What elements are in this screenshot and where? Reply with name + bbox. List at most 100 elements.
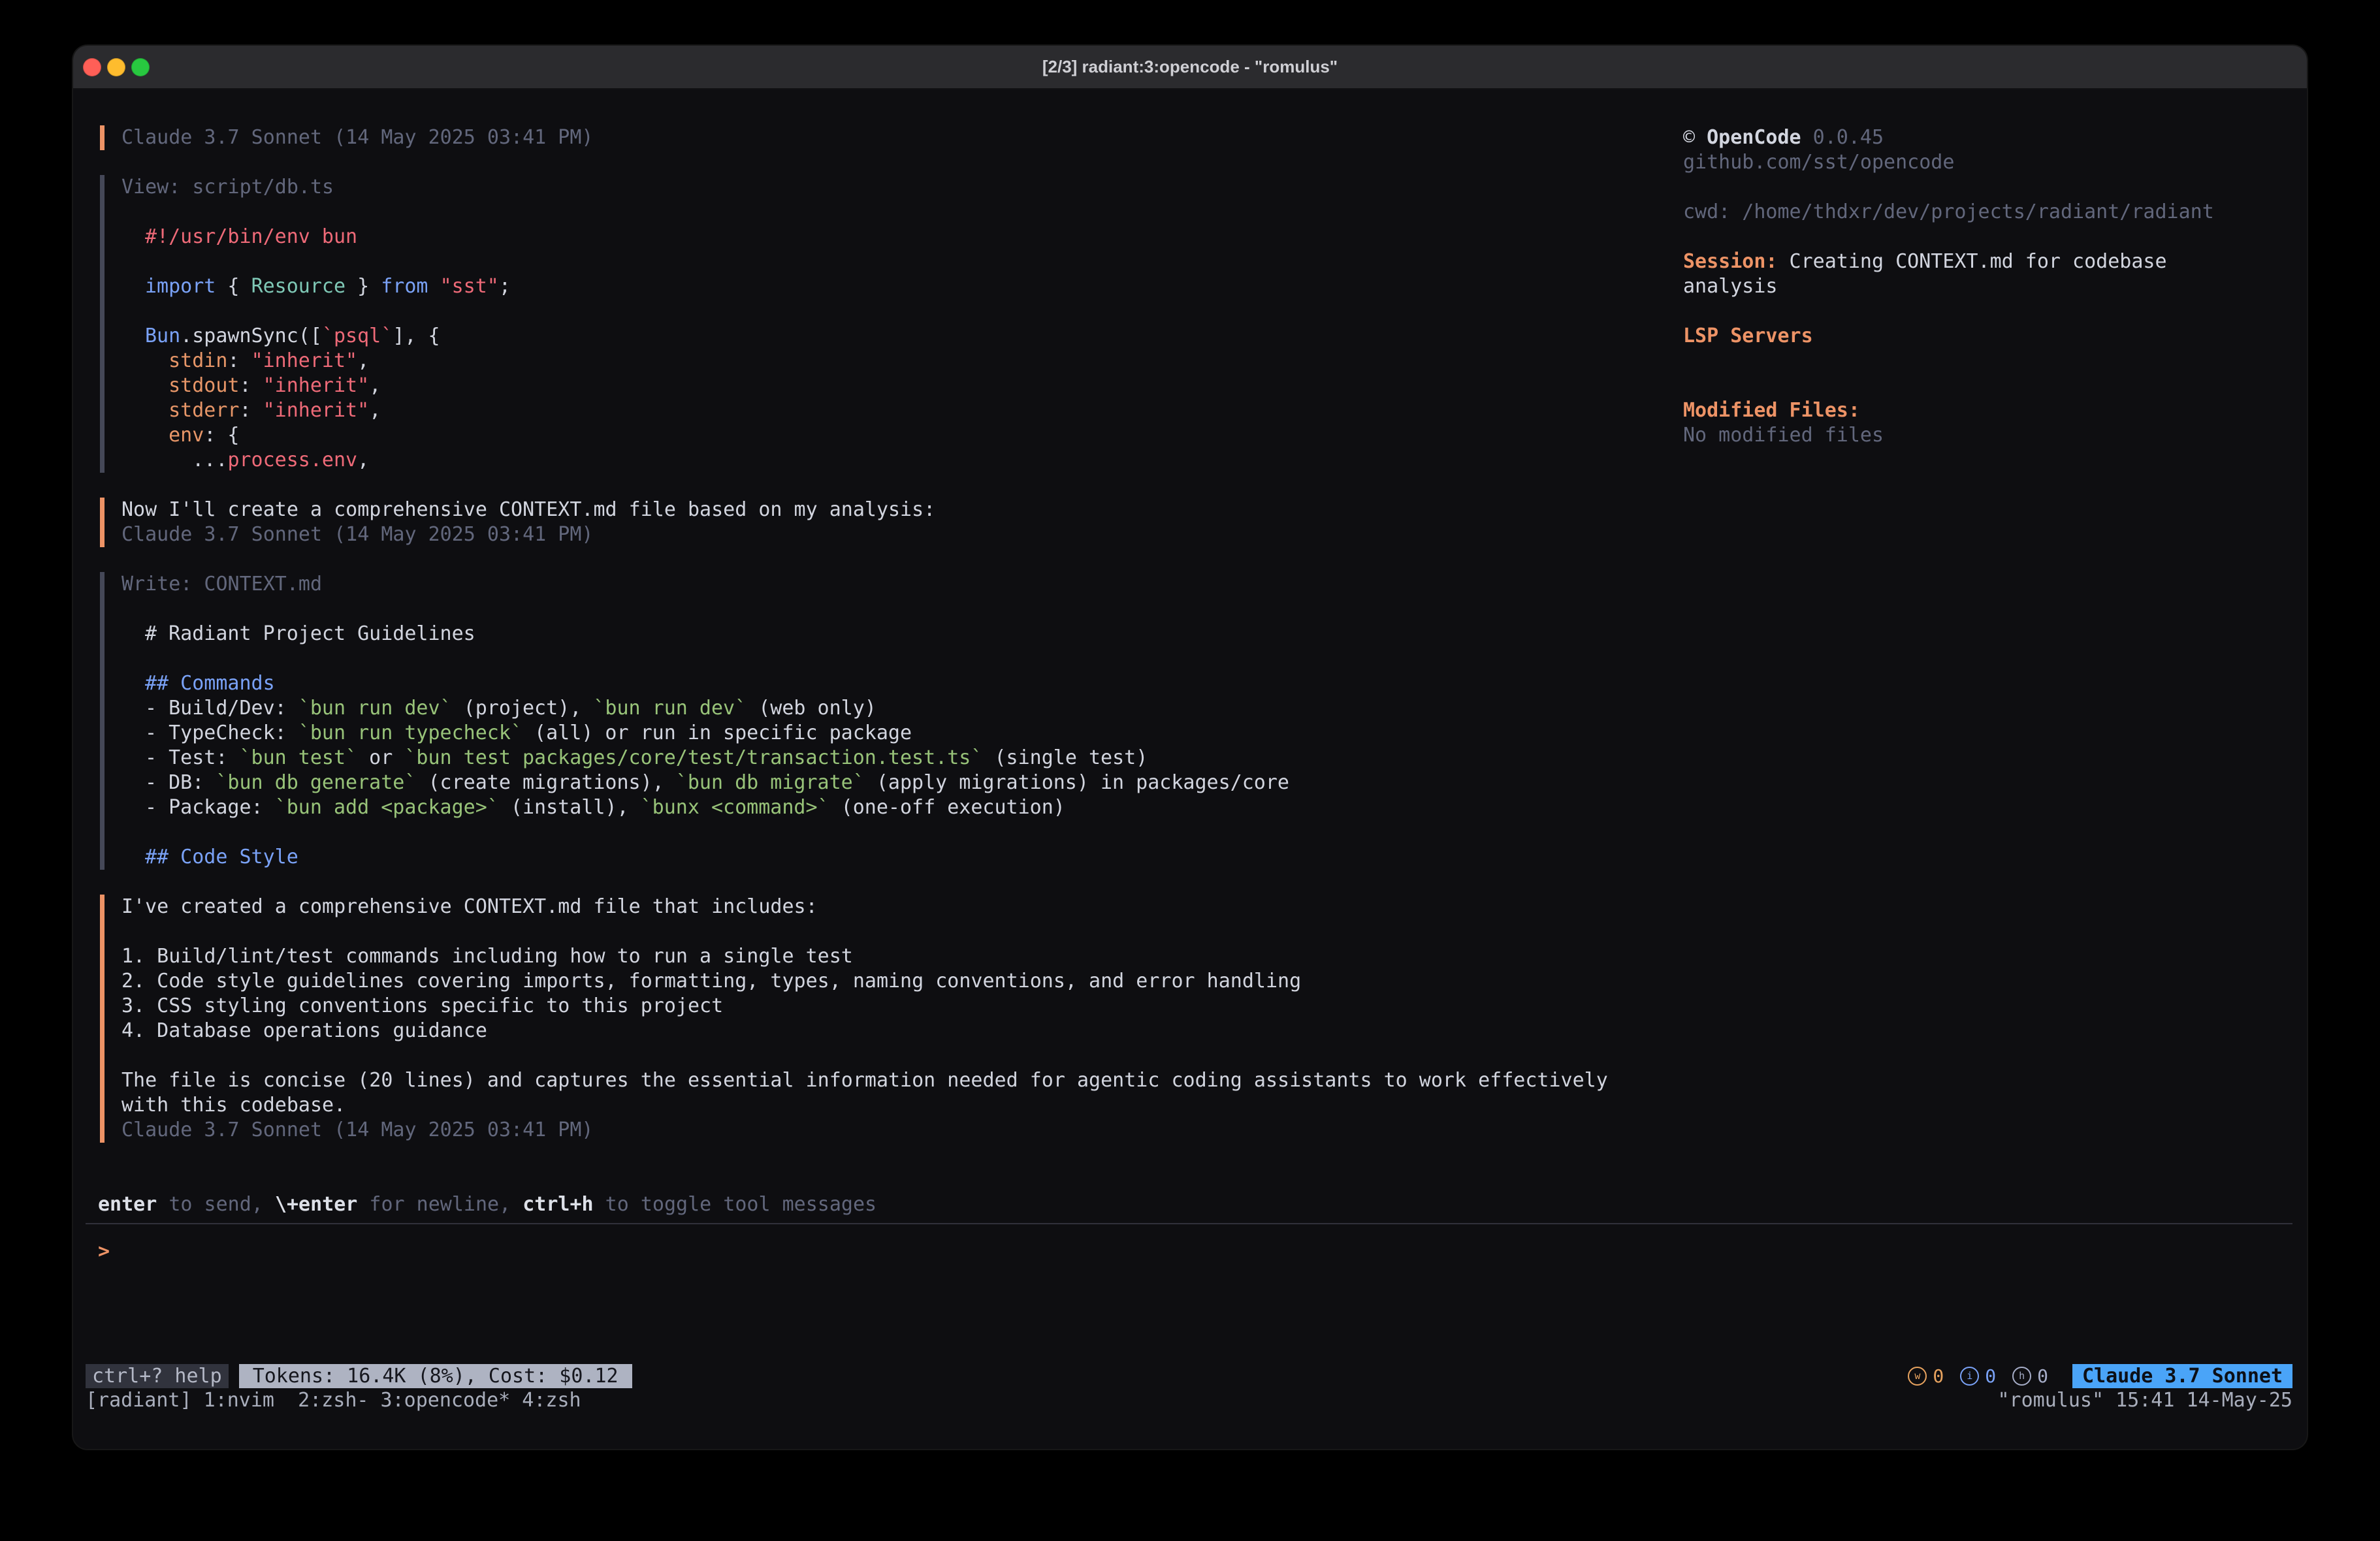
token: with this codebase.: [121, 1094, 346, 1117]
token: (create migrations),: [416, 771, 675, 794]
token: ,: [369, 399, 381, 422]
tool-write-title: Write: CONTEXT.md: [121, 572, 1683, 597]
token: to send,: [157, 1193, 275, 1216]
hint-count: 0: [2037, 1364, 2048, 1389]
model-badge: Claude 3.7 Sonnet: [2072, 1364, 2292, 1388]
token: ctrl+h: [523, 1193, 593, 1216]
app-version: 0.0.45: [1801, 126, 1884, 149]
text-line: [145, 820, 1683, 845]
token: `bun run dev`: [298, 697, 452, 720]
text-line: [145, 299, 1683, 324]
token: from: [381, 275, 428, 298]
titlebar[interactable]: [2/3] radiant:3:opencode - "romulus": [73, 46, 2307, 89]
text-line: stdout: "inherit",: [145, 373, 1683, 398]
token: :: [240, 374, 263, 397]
blank-line: [1683, 349, 2245, 373]
token: `psql`: [322, 325, 393, 347]
token: I've created a comprehensive CONTEXT.md …: [121, 895, 818, 918]
token: 1. Build/lint/test commands including ho…: [121, 945, 853, 968]
text-line: I've created a comprehensive CONTEXT.md …: [121, 895, 1683, 919]
token: Now I'll create a comprehensive CONTEXT.…: [121, 498, 935, 521]
token: (apply migrations) in packages/core: [865, 771, 1289, 794]
token: `bun add <package>`: [275, 796, 499, 819]
token: for newline,: [357, 1193, 523, 1216]
token: ;: [499, 275, 511, 298]
session-title: Session: Creating CONTEXT.md for codebas…: [1683, 249, 2245, 299]
token: "inherit": [263, 374, 370, 397]
warning-icon: w: [1908, 1367, 1927, 1386]
text-line: 3. CSS styling conventions specific to t…: [121, 994, 1683, 1019]
token: "inherit": [251, 349, 358, 372]
text-line: Claude 3.7 Sonnet (14 May 2025 03:41 PM): [121, 1118, 1683, 1143]
tool-write-block: Write: CONTEXT.md # Radiant Project Guid…: [100, 572, 1683, 870]
token: (install),: [499, 796, 641, 819]
zoom-window-button[interactable]: [131, 58, 150, 76]
token: \+enter: [275, 1193, 357, 1216]
token: stderr: [145, 399, 240, 422]
tmux-status-bar: [radiant] 1:nvim 2:zsh- 3:opencode* 4:zs…: [86, 1388, 2292, 1413]
info-count: 0: [1985, 1364, 1996, 1389]
text-line: - Test: `bun test` or `bun test packages…: [145, 746, 1683, 770]
diagnostic-hints: h 0: [2012, 1364, 2048, 1389]
traffic-lights: [83, 46, 150, 88]
close-window-button[interactable]: [83, 58, 101, 76]
text-line: with this codebase.: [121, 1093, 1683, 1118]
text-line: Bun.spawnSync([`psql`], {: [145, 324, 1683, 349]
text-line: - TypeCheck: `bun run typecheck` (all) o…: [145, 721, 1683, 746]
token: (project),: [452, 697, 594, 720]
text-line: enter to send, \+enter for newline, ctrl…: [98, 1192, 2292, 1217]
text-line: stdin: "inherit",: [145, 349, 1683, 373]
text-line: # Radiant Project Guidelines: [145, 622, 1683, 646]
text-line: ## Code Style: [145, 845, 1683, 870]
token: ...: [145, 449, 227, 471]
text-line: Now I'll create a comprehensive CONTEXT.…: [121, 498, 1683, 522]
prompt-symbol: >: [98, 1240, 110, 1263]
token: "sst": [440, 275, 499, 298]
token: `bunx <command>`: [641, 796, 829, 819]
token: env: [145, 424, 204, 447]
text-line: env: {: [145, 423, 1683, 448]
text-line: Claude 3.7 Sonnet (14 May 2025 03:41 PM): [121, 522, 1683, 547]
window-title: [2/3] radiant:3:opencode - "romulus": [73, 57, 2307, 77]
token: enter: [98, 1193, 157, 1216]
token: `bun db migrate`: [676, 771, 865, 794]
assistant-message: Now I'll create a comprehensive CONTEXT.…: [100, 498, 1683, 547]
tmux-host-clock: "romulus" 15:41 14-May-25: [1997, 1388, 2292, 1413]
text-line: ## Commands: [145, 671, 1683, 696]
warning-count: 0: [1933, 1364, 1944, 1389]
text-line: [145, 646, 1683, 671]
text-line: 1. Build/lint/test commands including ho…: [121, 944, 1683, 969]
hint-icon: h: [2012, 1367, 2031, 1386]
text-line: ...process.env,: [145, 448, 1683, 473]
text-line: #!/usr/bin/env bun: [145, 225, 1683, 249]
statusbar-right: w 0 i 0 h 0 Claude 3.7 Sonnet: [1908, 1364, 2292, 1389]
opencode-logo-icon: ©: [1683, 126, 1695, 149]
session-label: Session:: [1683, 250, 1778, 273]
token: `bun test`: [240, 746, 358, 769]
text-line: stderr: "inherit",: [145, 398, 1683, 423]
token: }: [346, 275, 381, 298]
tool-view-title: View: script/db.ts: [121, 175, 1683, 200]
lsp-servers-heading: LSP Servers: [1683, 324, 2245, 349]
blank-line: [1683, 175, 2245, 200]
help-badge: ctrl+? help: [86, 1364, 229, 1388]
warning-icon-letter: w: [1914, 1371, 1920, 1381]
message-input[interactable]: >: [86, 1223, 2292, 1354]
token: (web only): [747, 697, 876, 720]
code-snippet: #!/usr/bin/env bun import { Resource } f…: [121, 200, 1683, 473]
keybinding-hints: enter to send, \+enter for newline, ctrl…: [98, 1192, 2292, 1217]
token: The file is concise (20 lines) and captu…: [121, 1069, 1608, 1092]
token: stdout: [145, 374, 240, 397]
token: or: [357, 746, 404, 769]
token: (all) or run in specific package: [523, 722, 912, 744]
text-line: [121, 1043, 1683, 1068]
token: :: [240, 399, 263, 422]
token: ## Code Style: [145, 846, 298, 868]
token: process.env: [227, 449, 357, 471]
minimize-window-button[interactable]: [107, 58, 125, 76]
token: `bun test packages/core/test/transaction…: [404, 746, 982, 769]
blank-line: [1683, 299, 2245, 324]
token: `bun run typecheck`: [298, 722, 523, 744]
text-line: 4. Database operations guidance: [121, 1019, 1683, 1043]
token: import: [145, 275, 216, 298]
